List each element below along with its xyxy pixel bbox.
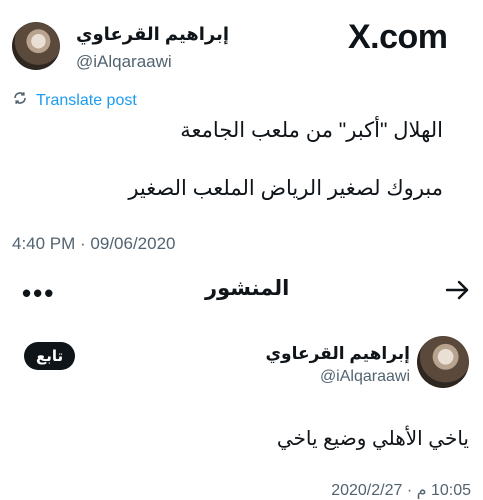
more-options-button[interactable]: ••• <box>22 280 55 306</box>
author-handle[interactable]: @iAlqaraawi <box>76 52 172 72</box>
page-title: المنشور <box>205 277 290 300</box>
bottom-author-avatar[interactable] <box>417 336 469 388</box>
bottom-post-timestamp[interactable]: 10:05 م · 2020/2/27 <box>331 480 471 500</box>
translate-post-link[interactable]: Translate post <box>12 90 137 111</box>
back-arrow-icon[interactable] <box>445 279 471 301</box>
author-display-name[interactable]: إبراهيم القرعاوي <box>76 24 229 45</box>
bottom-author-handle[interactable]: @iAlqaraawi <box>320 368 410 386</box>
follow-button[interactable]: تابع <box>24 342 76 370</box>
post-text-line-2: مبروك لصغير الرياض الملعب الصغير <box>128 177 443 200</box>
author-avatar[interactable] <box>12 22 60 70</box>
post-timestamp[interactable]: 4:40 PM · 09/06/2020 <box>12 234 176 254</box>
translate-label: Translate post <box>36 91 137 109</box>
bottom-author-display-name[interactable]: إبراهيم القرعاوي <box>265 344 410 364</box>
bottom-post-text: ياخي الأهلي وضيع ياخي <box>276 428 469 450</box>
translate-icon <box>12 90 28 111</box>
brand-text: X.com <box>348 18 448 56</box>
x-com-brand: X.com <box>348 18 448 57</box>
post-text-line-1: الهلال "أكبر" من ملعب الجامعة <box>180 119 443 142</box>
